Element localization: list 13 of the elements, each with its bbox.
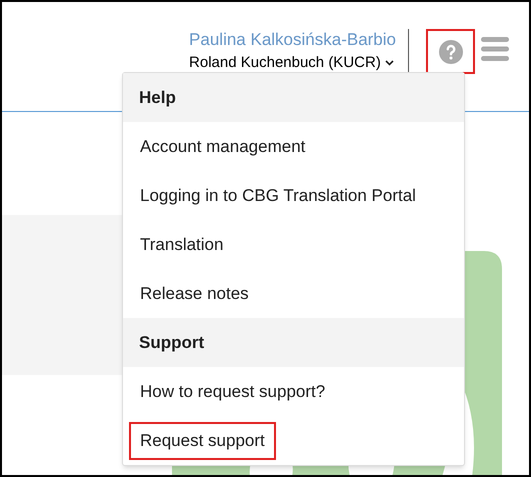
help-icon xyxy=(438,40,462,64)
chevron-down-icon xyxy=(384,60,394,66)
menu-item[interactable]: Logging in to CBG Translation Portal xyxy=(129,176,427,214)
menu-item[interactable]: Account management xyxy=(129,128,316,166)
user-name: Paulina Kalkosińska-Barbio xyxy=(189,29,396,51)
menu-item[interactable]: Request support xyxy=(129,422,276,460)
menu-section-header: Help xyxy=(123,73,464,122)
menu-section-header: Support xyxy=(123,318,464,367)
menu-item[interactable]: Release notes xyxy=(129,274,260,312)
menu-item[interactable]: Translation xyxy=(129,226,234,264)
menu-icon xyxy=(481,37,509,61)
menu-item[interactable]: How to request support? xyxy=(129,372,336,410)
account-selector[interactable]: Roland Kuchenbuch (KUCR) xyxy=(189,51,394,75)
